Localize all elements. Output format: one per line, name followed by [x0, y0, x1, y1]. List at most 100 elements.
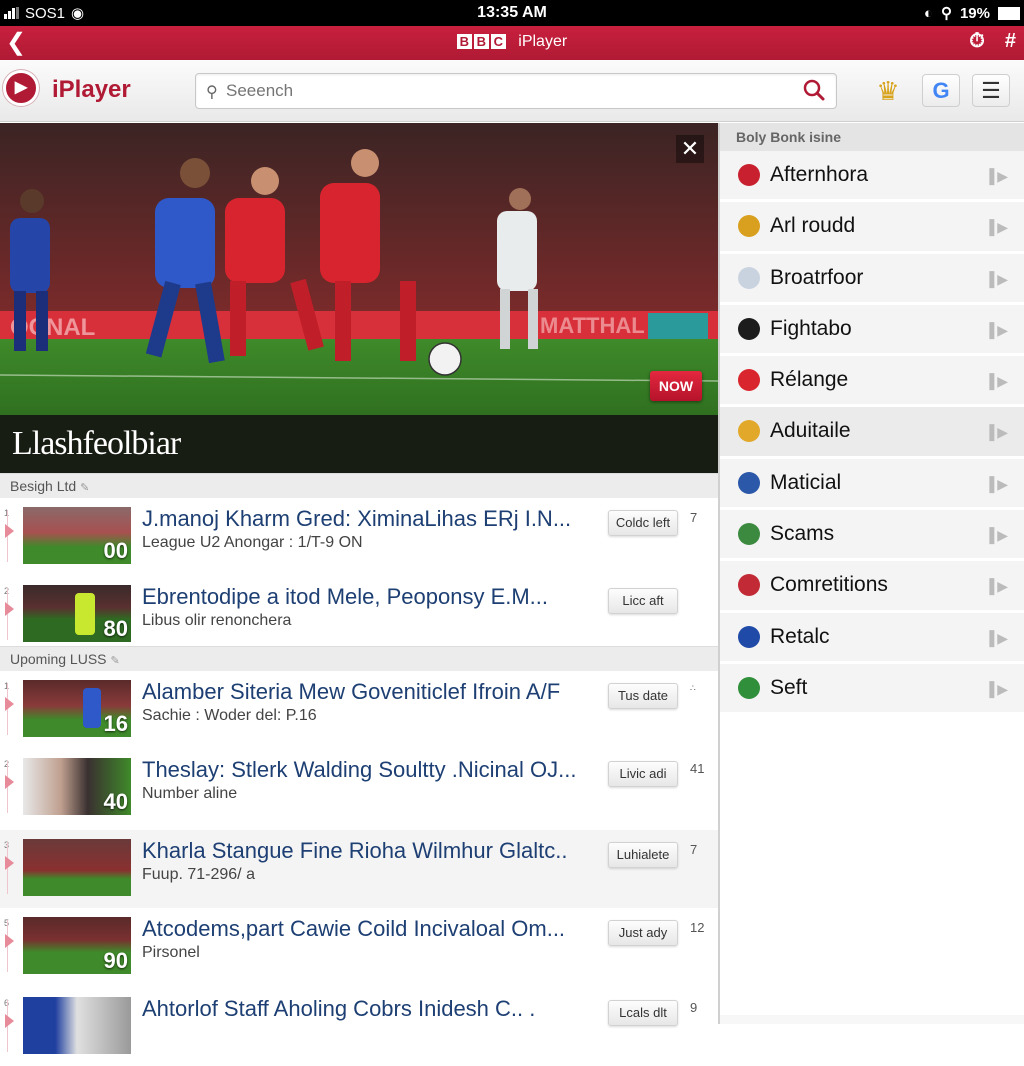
item-action-button[interactable]: Just ady: [608, 920, 678, 946]
team-crest-icon: [738, 266, 760, 289]
hero-banner[interactable]: OCNAL MATTHAL ✕ NOW Llashfeolbiar: [0, 123, 718, 473]
thumbnail[interactable]: 40: [23, 758, 131, 815]
play-chevron-icon[interactable]: ▌▶: [989, 476, 1008, 493]
list-item[interactable]: 2 40 Theslay: Stlerk Walding Soultty .Ni…: [0, 749, 718, 827]
play-marker-icon: [5, 1014, 14, 1028]
timer-icon[interactable]: ⏱: [969, 30, 985, 53]
iplayer-logo-icon[interactable]: ▶: [3, 70, 39, 106]
sidebar-item-label: Seft: [770, 675, 808, 699]
title-app-name: iPlayer: [518, 33, 568, 50]
item-action-button[interactable]: Luhialete: [608, 842, 678, 868]
sidebar-item[interactable]: Seft ▌▶: [720, 663, 1024, 716]
item-count: ∴: [690, 683, 696, 693]
item-count: 12: [690, 920, 705, 935]
item-action-button[interactable]: Coldc left: [608, 510, 678, 536]
sidebar-item[interactable]: Rélange ▌▶: [720, 356, 1024, 408]
trophy-badge-icon[interactable]: ♛: [873, 76, 903, 106]
item-title[interactable]: Ahtorlof Staff Aholing Cobrs Inidesh C..…: [142, 996, 597, 1022]
play-marker-icon: [5, 524, 14, 538]
edit-icon[interactable]: ✎: [111, 655, 120, 667]
item-title[interactable]: J.manoj Kharm Gred: XiminaLihas ERj I.N.…: [142, 506, 597, 532]
play-marker-icon: [5, 775, 14, 789]
football: [428, 342, 462, 376]
play-chevron-icon[interactable]: ▌▶: [989, 527, 1008, 544]
item-title[interactable]: Theslay: Stlerk Walding Soultty .Nicinal…: [142, 757, 597, 783]
thumbnail[interactable]: [23, 839, 131, 896]
team-crest-icon: [738, 523, 760, 546]
search-bar[interactable]: ⚲: [195, 73, 837, 109]
sidebar-item[interactable]: Scams ▌▶: [720, 510, 1024, 562]
title-brand: B B C iPlayer: [0, 33, 1024, 51]
hero-caption: Llashfeolbiar: [12, 425, 181, 462]
item-count: 7: [690, 842, 698, 857]
list-item[interactable]: 5 90 Atcodems,part Cawie Coild Incivaloa…: [0, 908, 718, 986]
item-title[interactable]: Ebrentodipe a itod Mele, Peoponsy E.M...: [142, 584, 597, 610]
team-crest-icon: [738, 369, 760, 392]
sidebar-item-label: Broatrfoor: [770, 265, 864, 289]
list-item[interactable]: 3 Kharla Stangue Fine Rioha Wilmhur Glal…: [0, 830, 718, 908]
item-title[interactable]: Alamber Siteria Mew Goveniticlef Ifroin …: [142, 679, 597, 705]
sidebar-item[interactable]: Aduitaile ▌▶: [720, 407, 1024, 459]
battery-percent: 19%: [959, 4, 990, 22]
team-crest-icon: [738, 574, 760, 597]
team-crest-icon: [738, 317, 760, 340]
logo-text[interactable]: iPlayer: [52, 76, 131, 104]
thumbnail[interactable]: 80: [23, 585, 131, 642]
hero-caption-bar: Llashfeolbiar: [0, 415, 718, 473]
item-action-button[interactable]: Licc aft: [608, 588, 678, 614]
list-item[interactable]: 1 16 Alamber Siteria Mew Goveniticlef If…: [0, 671, 718, 749]
team-crest-icon: [738, 164, 760, 186]
item-title[interactable]: Kharla Stangue Fine Rioha Wilmhur Glaltc…: [142, 838, 597, 864]
menu-button[interactable]: ☰: [972, 74, 1010, 107]
thumbnail[interactable]: [23, 997, 131, 1054]
sidebar-item-label: Comretitions: [770, 573, 888, 597]
sidebar-item-label: Afternhora: [770, 163, 869, 186]
play-chevron-icon[interactable]: ▌▶: [989, 219, 1008, 236]
play-marker-icon: [5, 697, 14, 711]
svg-text:MATTHAL: MATTHAL: [540, 313, 645, 338]
sidebar-item[interactable]: Fightabo ▌▶: [720, 304, 1024, 357]
play-chevron-icon[interactable]: ▌▶: [989, 373, 1008, 390]
team-crest-icon: [738, 676, 760, 699]
play-chevron-icon[interactable]: ▌▶: [989, 578, 1008, 595]
close-icon[interactable]: ✕: [676, 135, 704, 163]
sidebar-item[interactable]: Arl roudd ▌▶: [720, 202, 1024, 254]
search-hint-icon: ⚲: [206, 84, 218, 101]
item-action-button[interactable]: Lcals dlt: [608, 1000, 678, 1026]
team-crest-icon: [738, 625, 760, 648]
play-chevron-icon[interactable]: ▌▶: [989, 424, 1008, 441]
google-button[interactable]: G: [922, 74, 960, 107]
play-chevron-icon[interactable]: ▌▶: [989, 681, 1008, 698]
edit-icon[interactable]: ✎: [80, 482, 89, 494]
sidebar-item[interactable]: Afternhora ▌▶: [720, 151, 1024, 203]
sidebar-item[interactable]: Retalc ▌▶: [720, 612, 1024, 664]
item-subtitle: Number aline: [142, 785, 238, 802]
play-chevron-icon[interactable]: ▌▶: [989, 322, 1008, 339]
search-input[interactable]: [226, 81, 786, 101]
item-action-button[interactable]: Tus date: [608, 683, 678, 709]
sidebar-item-label: Maticial: [770, 470, 842, 494]
hash-icon[interactable]: #: [1005, 30, 1016, 53]
sidebar-item[interactable]: Maticial ▌▶: [720, 458, 1024, 511]
list-item[interactable]: 1 00 J.manoj Kharm Gred: XiminaLihas ERj…: [0, 498, 718, 576]
hero-image: OCNAL MATTHAL: [0, 123, 718, 415]
search-icon[interactable]: [802, 78, 826, 102]
sidebar-item[interactable]: Comretitions ▌▶: [720, 561, 1024, 613]
app-header: ▶ iPlayer ⚲: [0, 60, 1024, 122]
sidebar-item[interactable]: Broatrfoor ▌▶: [720, 253, 1024, 305]
sidebar-item-label: Arl roudd: [770, 214, 856, 238]
play-chevron-icon[interactable]: ▌▶: [989, 630, 1008, 647]
item-action-button[interactable]: Livic adi: [608, 761, 678, 787]
title-bar: ❮ B B C iPlayer ⏱ #: [0, 26, 1024, 60]
item-subtitle: Libus olir renonchera: [142, 612, 292, 629]
play-marker-icon: [5, 602, 14, 616]
item-title[interactable]: Atcodems,part Cawie Coild Incivaloal Om.…: [142, 916, 597, 942]
list-item[interactable]: 2 80 Ebrentodipe a itod Mele, Peoponsy E…: [0, 576, 718, 654]
thumbnail[interactable]: 00: [23, 507, 131, 564]
play-chevron-icon[interactable]: ▌▶: [989, 271, 1008, 288]
thumbnail[interactable]: 16: [23, 680, 131, 737]
list-item[interactable]: 6 Ahtorlof Staff Aholing Cobrs Inidesh C…: [0, 988, 718, 1066]
now-badge[interactable]: NOW: [650, 371, 702, 401]
thumbnail[interactable]: 90: [23, 917, 131, 974]
play-chevron-icon[interactable]: ▌▶: [989, 168, 1008, 185]
